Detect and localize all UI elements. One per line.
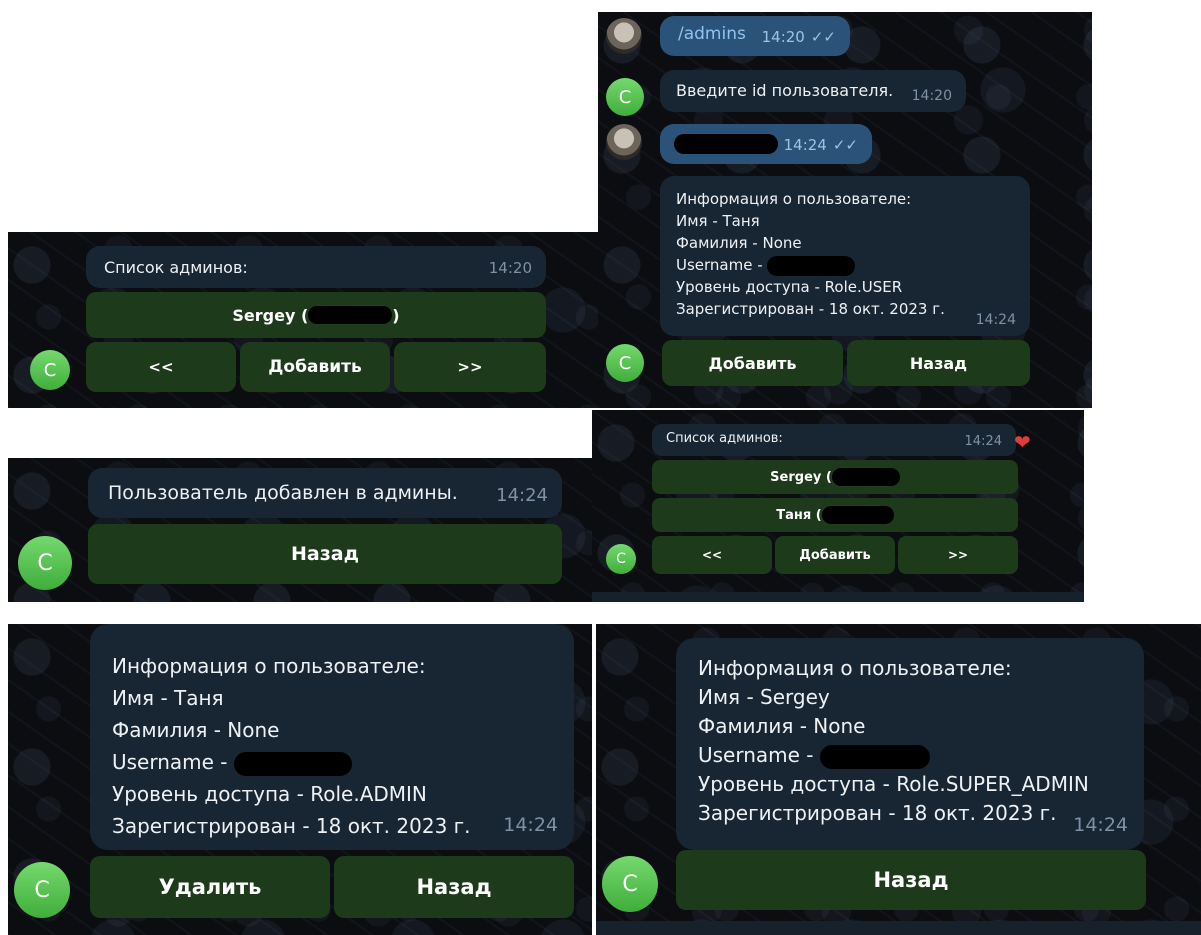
scroll-strip — [596, 921, 1201, 935]
admin-name: Sergey ( — [232, 305, 309, 325]
info-username-row: Username - — [676, 254, 945, 276]
bot-avatar[interactable]: C — [18, 536, 72, 590]
back-button[interactable]: Назад — [676, 850, 1146, 910]
bot-avatar[interactable]: C — [606, 344, 644, 382]
info-title: Информация о пользователе: — [112, 654, 426, 678]
message-user-info: Информация о пользователе: Имя - Таня Фа… — [660, 176, 1030, 336]
info-name: Имя - Таня — [676, 212, 760, 230]
message-time: 14:24 — [964, 434, 1002, 449]
scroll-strip — [592, 592, 1084, 602]
admin-tanya-button[interactable]: Таня ( — [652, 498, 1018, 532]
next-page-button[interactable]: >> — [898, 536, 1018, 574]
info-title: Информация о пользователе: — [698, 656, 1012, 680]
back-button[interactable]: Назад — [88, 524, 562, 584]
chat-panel-user-info: /admins 14:20 ✓✓ C Введите id пользовател… — [598, 12, 1092, 408]
chat-panel-admin-list: Список админов: 14:20 Sergey () C << Доб… — [8, 232, 598, 408]
bot-avatar[interactable]: C — [30, 350, 70, 390]
message-admin-added: Пользователь добавлен в админы. 14:24 — [88, 468, 562, 518]
admin-name-close: ) — [392, 305, 400, 325]
message-text: Введите id пользователя. — [676, 81, 894, 100]
info-access-level: Уровень доступа - Role.ADMIN — [112, 782, 427, 806]
message-time: 14:24 — [496, 485, 548, 506]
message-time: 14:24 — [975, 312, 1016, 328]
info-surname: Фамилия - None — [112, 718, 280, 742]
info-surname: Фамилия - None — [698, 714, 866, 738]
back-button[interactable]: Назад — [847, 340, 1030, 386]
message-text: Список админов: — [104, 258, 248, 277]
redacted-username — [767, 255, 856, 276]
message-text: Список админов: — [666, 431, 783, 446]
bot-avatar[interactable]: C — [14, 862, 70, 918]
info-registered: Зарегистрирован - 18 окт. 2023 г. — [112, 814, 471, 838]
info-username: Username - — [112, 750, 228, 774]
chat-panel-admin-list-updated: Список админов: 14:24 ❤ Sergey ( Таня ( … — [592, 410, 1084, 602]
message-user-id: 14:24 ✓✓ — [660, 124, 872, 164]
back-button[interactable]: Назад — [334, 856, 574, 918]
message-admin-list: Список админов: 14:20 — [86, 246, 546, 288]
chat-panel-admin-info: Информация о пользователе: Имя - Таня Фа… — [8, 624, 592, 935]
admin-name: Sergey ( — [770, 469, 832, 485]
message-time: 14:24 — [1073, 814, 1128, 836]
message-time: 14:24 — [783, 136, 827, 154]
message-time: 14:24 — [503, 814, 558, 836]
delete-button[interactable]: Удалить — [90, 856, 330, 918]
bot-avatar[interactable]: C — [606, 544, 636, 574]
add-button[interactable]: Добавить — [775, 536, 895, 574]
info-access-level: Уровень доступа - Role.USER — [676, 278, 903, 296]
redacted-username — [819, 744, 930, 769]
message-admin-list: Список админов: 14:24 — [652, 424, 1016, 456]
prev-page-button[interactable]: << — [86, 342, 236, 392]
admin-sergey-button[interactable]: Sergey () — [86, 292, 546, 338]
admin-sergey-button[interactable]: Sergey ( — [652, 460, 1018, 494]
message-admins-command: /admins 14:20 ✓✓ — [660, 16, 850, 56]
message-time: 14:20 — [761, 28, 805, 46]
info-registered: Зарегистрирован - 18 окт. 2023 г. — [676, 300, 945, 318]
message-time: 14:20 — [911, 88, 952, 104]
user-avatar[interactable] — [606, 18, 642, 54]
info-username-row: Username - — [698, 741, 1089, 770]
info-username: Username - — [698, 743, 814, 767]
bot-avatar[interactable]: C — [602, 856, 658, 912]
chat-panel-admin-added: Пользователь добавлен в админы. 14:24 C … — [8, 458, 592, 602]
info-username-row: Username - — [112, 746, 471, 778]
admin-name: Таня ( — [776, 507, 822, 523]
message-text[interactable]: /admins — [678, 24, 746, 44]
read-ticks-icon: ✓✓ — [810, 28, 836, 46]
user-avatar[interactable] — [606, 124, 642, 160]
read-ticks-icon: ✓✓ — [832, 136, 858, 154]
info-title: Информация о пользователе: — [676, 190, 912, 208]
message-text: Пользователь добавлен в админы. — [108, 482, 458, 504]
redacted-username — [233, 751, 352, 776]
redacted-id — [674, 134, 778, 154]
bot-avatar[interactable]: C — [606, 78, 644, 116]
redacted-username — [831, 468, 900, 486]
heart-reaction-icon[interactable]: ❤ — [1014, 430, 1031, 454]
redacted-username — [821, 506, 894, 524]
info-surname: Фамилия - None — [676, 234, 802, 252]
info-name: Имя - Таня — [112, 686, 224, 710]
info-username: Username - — [676, 256, 763, 274]
message-user-info: Информация о пользователе: Имя - Таня Фа… — [90, 624, 574, 850]
next-page-button[interactable]: >> — [394, 342, 546, 392]
info-name: Имя - Sergey — [698, 685, 830, 709]
redacted-username — [308, 306, 393, 324]
add-button[interactable]: Добавить — [240, 342, 390, 392]
message-time: 14:20 — [488, 259, 532, 277]
info-registered: Зарегистрирован - 18 окт. 2023 г. — [698, 801, 1057, 825]
message-user-info: Информация о пользователе: Имя - Sergey … — [676, 638, 1144, 850]
message-enter-id: Введите id пользователя. 14:20 — [660, 70, 966, 112]
chat-panel-super-admin-info: Информация о пользователе: Имя - Sergey … — [596, 624, 1201, 935]
add-button[interactable]: Добавить — [662, 340, 843, 386]
info-access-level: Уровень доступа - Role.SUPER_ADMIN — [698, 772, 1089, 796]
prev-page-button[interactable]: << — [652, 536, 772, 574]
